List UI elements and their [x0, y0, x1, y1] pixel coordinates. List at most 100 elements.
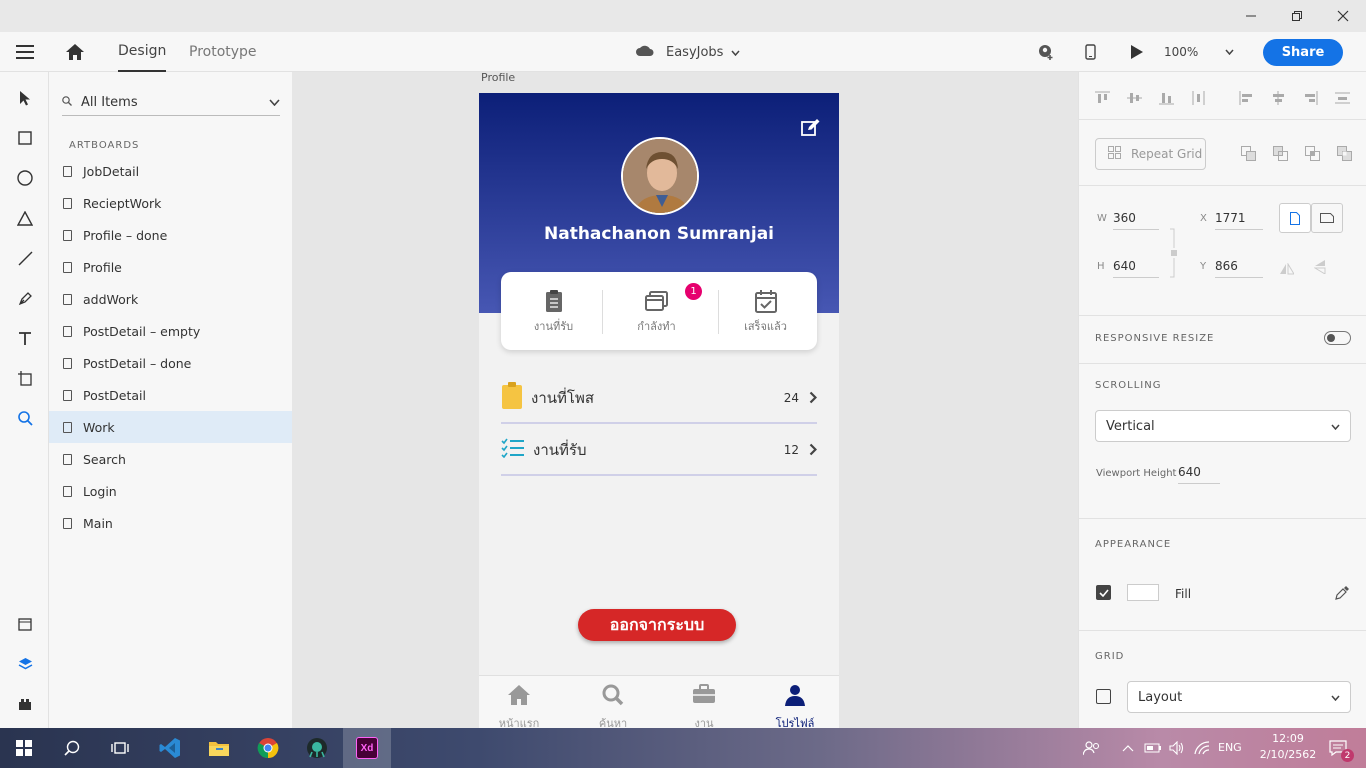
- boolean-subtract-icon[interactable]: [1273, 146, 1288, 165]
- distribute-horizontal-icon[interactable]: [1335, 90, 1350, 109]
- align-left-icon[interactable]: [1239, 90, 1254, 109]
- artboard-item[interactable]: RecieptWork: [49, 187, 292, 219]
- device-preview-icon[interactable]: [1085, 32, 1096, 72]
- y-field[interactable]: 866: [1215, 254, 1263, 278]
- artboard-item[interactable]: PostDetail: [49, 379, 292, 411]
- rectangle-tool-icon[interactable]: [12, 125, 38, 151]
- x-field[interactable]: 1771: [1215, 206, 1263, 230]
- stat-done[interactable]: เสร็จแล้ว: [713, 272, 818, 350]
- text-tool-icon[interactable]: [12, 325, 38, 351]
- eyedropper-icon[interactable]: [1335, 585, 1349, 604]
- artboard-tool-icon[interactable]: [12, 365, 38, 391]
- zoom-chevron-icon[interactable]: [1225, 32, 1234, 72]
- lock-aspect-icon[interactable]: [1169, 228, 1179, 282]
- nav-jobs[interactable]: งาน: [664, 676, 744, 728]
- artboard-item[interactable]: addWork: [49, 283, 292, 315]
- gitkraken-app-icon[interactable]: [293, 728, 341, 768]
- boolean-intersect-icon[interactable]: [1305, 146, 1320, 165]
- artboard-item[interactable]: Login: [49, 475, 292, 507]
- system-clock[interactable]: 12:09 2/10/2562: [1258, 731, 1318, 763]
- nav-profile[interactable]: โปรไฟล์: [755, 676, 835, 728]
- hamburger-menu-icon[interactable]: [16, 32, 34, 72]
- fill-checkbox[interactable]: [1096, 585, 1111, 600]
- viewport-height-field[interactable]: 640: [1178, 460, 1220, 484]
- logout-button[interactable]: ออกจากระบบ: [578, 609, 736, 641]
- select-tool-icon[interactable]: [12, 85, 38, 111]
- polygon-tool-icon[interactable]: [12, 205, 38, 231]
- play-preview-icon[interactable]: [1131, 32, 1143, 72]
- repeat-grid-button[interactable]: Repeat Grid: [1095, 138, 1206, 170]
- artboard-item[interactable]: Profile: [49, 251, 292, 283]
- chevron-down-icon[interactable]: [269, 95, 280, 110]
- boolean-exclude-icon[interactable]: [1337, 146, 1352, 165]
- volume-icon[interactable]: [1164, 728, 1190, 768]
- align-center-icon[interactable]: [1271, 90, 1286, 109]
- accepted-jobs-row[interactable]: งานที่รับ 12: [501, 426, 818, 476]
- fill-color-swatch[interactable]: [1127, 584, 1159, 601]
- user-share-icon[interactable]: [1037, 32, 1054, 72]
- artboard-item[interactable]: PostDetail – done: [49, 347, 292, 379]
- minimize-button[interactable]: [1228, 0, 1274, 32]
- task-view-icon[interactable]: [96, 728, 144, 768]
- distribute-vertical-icon[interactable]: [1191, 90, 1206, 109]
- input-language[interactable]: ENG: [1218, 741, 1242, 754]
- flip-horizontal-icon[interactable]: [1280, 260, 1295, 279]
- artboard-item[interactable]: PostDetail – empty: [49, 315, 292, 347]
- align-top-icon[interactable]: [1095, 90, 1110, 109]
- layers-search[interactable]: All Items: [62, 90, 280, 116]
- pen-tool-icon[interactable]: [12, 285, 38, 311]
- stat-accepted[interactable]: งานที่รับ: [501, 272, 606, 350]
- align-right-icon[interactable]: [1303, 90, 1318, 109]
- flip-vertical-icon[interactable]: [1313, 259, 1326, 278]
- grid-checkbox[interactable]: [1096, 689, 1111, 704]
- ellipse-tool-icon[interactable]: [12, 165, 38, 191]
- grid-type-select[interactable]: Layout: [1127, 681, 1351, 713]
- responsive-resize-toggle[interactable]: [1324, 331, 1351, 345]
- battery-icon[interactable]: [1140, 728, 1166, 768]
- artboard-item[interactable]: Work: [49, 411, 292, 443]
- height-field[interactable]: 640: [1113, 254, 1159, 278]
- chrome-app-icon[interactable]: [244, 728, 292, 768]
- plugins-panel-icon[interactable]: [12, 691, 38, 717]
- portrait-orientation-icon[interactable]: [1279, 203, 1311, 233]
- design-canvas[interactable]: Profile Nathachanon Sumranjai งานที่รับ …: [292, 72, 1078, 728]
- align-middle-icon[interactable]: [1127, 90, 1142, 109]
- artboard-profile[interactable]: Nathachanon Sumranjai งานที่รับ 1 กำลังท…: [479, 93, 839, 728]
- tray-chevron-up-icon[interactable]: [1116, 728, 1140, 768]
- nav-home[interactable]: หน้าแรก: [479, 676, 559, 728]
- adobe-xd-app-icon[interactable]: Xd: [343, 728, 391, 768]
- people-icon[interactable]: [1070, 728, 1114, 768]
- landscape-orientation-icon[interactable]: [1311, 203, 1343, 233]
- artboard-item[interactable]: Main: [49, 507, 292, 539]
- vscode-app-icon[interactable]: [146, 728, 194, 768]
- tab-prototype[interactable]: Prototype: [189, 32, 257, 72]
- share-button[interactable]: Share: [1263, 39, 1343, 66]
- stat-in-progress[interactable]: 1 กำลังทำ: [604, 272, 709, 350]
- edit-profile-icon[interactable]: [801, 119, 820, 140]
- artboard-item[interactable]: Profile – done: [49, 219, 292, 251]
- avatar[interactable]: [621, 137, 699, 215]
- posted-jobs-row[interactable]: งานที่โพส 24: [501, 374, 818, 424]
- home-icon[interactable]: [66, 32, 84, 72]
- nav-search[interactable]: ค้นหา: [573, 676, 653, 728]
- artboard-item[interactable]: Search: [49, 443, 292, 475]
- layers-panel-icon[interactable]: [12, 651, 38, 677]
- artboard-item[interactable]: JobDetail: [49, 155, 292, 187]
- artboard-label[interactable]: Profile: [481, 72, 515, 84]
- action-center-icon[interactable]: 2: [1318, 728, 1358, 768]
- wifi-icon[interactable]: [1189, 728, 1215, 768]
- document-title[interactable]: EasyJobs: [636, 32, 741, 72]
- tab-design[interactable]: Design: [118, 32, 167, 72]
- zoom-tool-icon[interactable]: [12, 405, 38, 431]
- assets-panel-icon[interactable]: [12, 611, 38, 637]
- align-bottom-icon[interactable]: [1159, 90, 1174, 109]
- taskbar-search-icon[interactable]: [48, 728, 96, 768]
- close-button[interactable]: [1320, 0, 1366, 32]
- scrolling-select[interactable]: Vertical: [1095, 410, 1351, 442]
- zoom-level[interactable]: 100%: [1164, 32, 1198, 72]
- start-windows-icon[interactable]: [0, 728, 48, 768]
- boolean-add-icon[interactable]: [1241, 146, 1256, 165]
- file-explorer-app-icon[interactable]: [195, 728, 243, 768]
- maximize-button[interactable]: [1274, 0, 1320, 32]
- width-field[interactable]: 360: [1113, 206, 1159, 230]
